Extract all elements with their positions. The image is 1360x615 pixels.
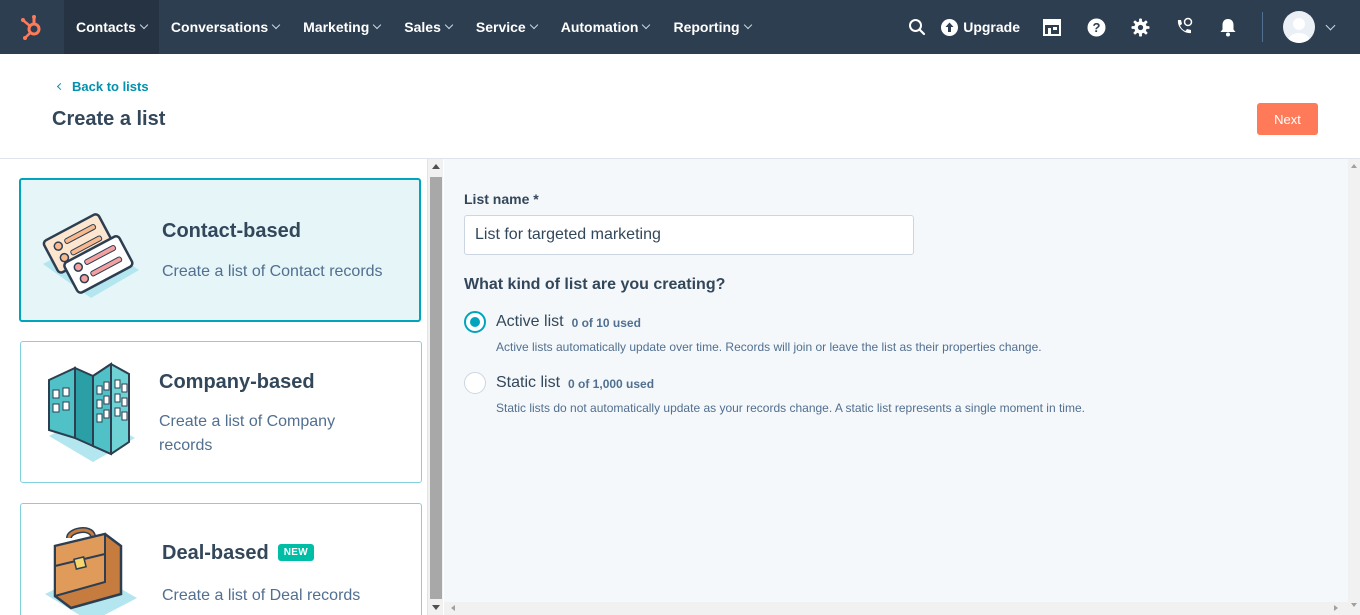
- chevron-down-icon: [373, 20, 382, 30]
- upgrade-label: Upgrade: [963, 19, 1020, 35]
- hubspot-logo-icon[interactable]: [0, 0, 64, 54]
- radio-dot: [470, 317, 480, 327]
- deal-based-card[interactable]: Deal-based NEW Create a list of Deal reco…: [20, 503, 422, 615]
- company-buildings-icon: [48, 362, 135, 462]
- scroll-up-arrow-icon[interactable]: [1351, 164, 1357, 168]
- static-list-help: Static lists do not automatically update…: [496, 401, 1085, 415]
- notifications-icon[interactable]: [1217, 16, 1239, 38]
- nav-marketing[interactable]: Marketing: [291, 0, 392, 54]
- card-description: Create a list of Contact records: [162, 263, 383, 280]
- svg-text:?: ?: [1092, 20, 1100, 35]
- nav-conversations[interactable]: Conversations: [159, 0, 291, 54]
- nav-sales[interactable]: Sales: [392, 0, 464, 54]
- left-panel-scrollbar[interactable]: [427, 159, 443, 615]
- right-panel-scrollbar[interactable]: [1348, 159, 1360, 615]
- scroll-up-arrow-icon[interactable]: [432, 164, 440, 169]
- nav-label: Conversations: [170, 19, 269, 35]
- card-description: Create a list of Deal records: [162, 587, 361, 604]
- marketplace-icon[interactable]: [1041, 16, 1063, 38]
- card-title-text: Deal-based: [162, 542, 269, 564]
- calling-icon[interactable]: [1173, 16, 1195, 38]
- back-label: Back to lists: [72, 79, 149, 94]
- chevron-down-icon: [743, 20, 752, 30]
- nav-label: Reporting: [673, 19, 740, 35]
- top-nav: Contacts Conversations Marketing Sales S…: [0, 0, 1360, 54]
- usage-count: 0 of 10 used: [571, 316, 641, 330]
- chevron-down-icon[interactable]: [1325, 20, 1336, 30]
- scroll-right-arrow-icon[interactable]: [1334, 605, 1338, 611]
- nav-contacts[interactable]: Contacts: [64, 0, 159, 54]
- scroll-down-arrow-icon[interactable]: [432, 605, 440, 610]
- card-description: Create a list of Company records: [159, 413, 336, 454]
- nav-service[interactable]: Service: [464, 0, 549, 54]
- radio-label: Static list: [496, 374, 561, 391]
- usage-count: 0 of 1,000 used: [568, 377, 655, 391]
- nav-label: Contacts: [76, 19, 136, 35]
- avatar[interactable]: [1283, 11, 1315, 43]
- nav-label: Service: [475, 19, 526, 35]
- active-list-help: Active lists automatically update over t…: [496, 340, 1042, 354]
- static-list-option[interactable]: Static list 0 of 1,000 used: [464, 372, 654, 394]
- chevron-down-icon: [529, 20, 538, 30]
- card-title: Company-based: [159, 371, 315, 393]
- briefcase-icon: [45, 527, 137, 615]
- chevron-down-icon: [139, 20, 149, 30]
- static-list-radio[interactable]: [464, 372, 486, 394]
- scroll-left-arrow-icon[interactable]: [451, 605, 455, 611]
- contact-based-card[interactable]: Contact-based Create a list of Contact r…: [19, 178, 421, 322]
- object-type-panel: Contact-based Create a list of Contact r…: [0, 159, 427, 615]
- new-badge: NEW: [277, 544, 314, 561]
- active-list-radio[interactable]: [464, 311, 486, 333]
- back-to-lists-link[interactable]: Back to lists: [56, 79, 149, 94]
- page-title: Create a list: [52, 108, 166, 130]
- card-title: Contact-based: [162, 220, 301, 242]
- next-button[interactable]: Next: [1257, 103, 1318, 135]
- main-nav: Contacts Conversations Marketing Sales S…: [64, 0, 763, 54]
- nav-right: Upgrade ?: [895, 0, 1360, 54]
- nav-label: Sales: [404, 19, 441, 35]
- card-title: Deal-based NEW: [162, 542, 314, 565]
- chevron-down-icon: [642, 20, 651, 30]
- chevron-down-icon: [271, 20, 281, 30]
- nav-label: Marketing: [303, 19, 370, 35]
- settings-icon[interactable]: [1129, 16, 1151, 38]
- upgrade-icon: [941, 18, 959, 36]
- list-type-question: What kind of list are you creating?: [464, 276, 726, 293]
- nav-divider: [1262, 12, 1263, 42]
- nav-reporting[interactable]: Reporting: [661, 0, 762, 54]
- page-header: Back to lists Create a list Next: [0, 54, 1360, 159]
- nav-automation[interactable]: Automation: [549, 0, 662, 54]
- chevron-left-icon: [56, 82, 65, 91]
- help-icon[interactable]: ?: [1085, 16, 1107, 38]
- contact-cards-icon: [42, 213, 139, 298]
- scrollbar-thumb[interactable]: [430, 177, 442, 599]
- list-settings-panel: List name * What kind of list are you cr…: [444, 159, 1348, 602]
- chevron-down-icon: [444, 20, 454, 30]
- upgrade-button[interactable]: Upgrade: [941, 18, 1020, 36]
- company-based-card[interactable]: Company-based Create a list of Company r…: [20, 341, 422, 483]
- list-name-input[interactable]: [464, 215, 914, 255]
- nav-label: Automation: [560, 19, 639, 35]
- radio-label: Active list: [496, 313, 564, 330]
- list-name-label: List name *: [464, 191, 539, 207]
- active-list-option[interactable]: Active list 0 of 10 used: [464, 311, 641, 333]
- scroll-down-arrow-icon[interactable]: [1351, 603, 1357, 607]
- horizontal-scrollbar[interactable]: [444, 602, 1348, 615]
- search-icon[interactable]: [906, 16, 928, 38]
